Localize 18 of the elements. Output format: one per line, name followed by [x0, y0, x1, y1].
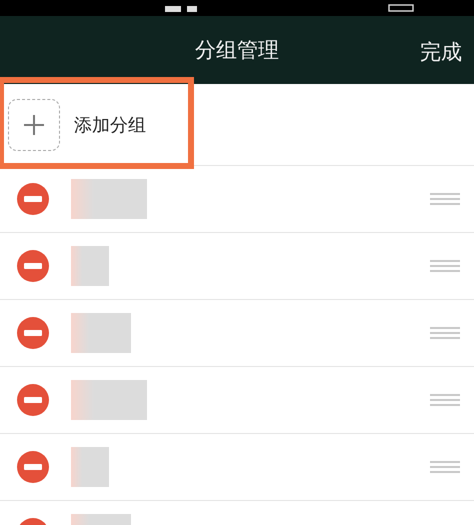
- page-title: 分组管理: [195, 37, 279, 64]
- redacted-block: [71, 313, 131, 353]
- remove-icon[interactable]: [17, 317, 49, 349]
- remove-icon[interactable]: [17, 250, 49, 282]
- drag-handle-icon[interactable]: [430, 193, 460, 205]
- done-button[interactable]: 完成: [420, 38, 462, 66]
- add-group-button[interactable]: 添加分组: [8, 98, 146, 150]
- redacted-block: [71, 447, 109, 487]
- remove-icon[interactable]: [17, 451, 49, 483]
- remove-icon[interactable]: [17, 183, 49, 215]
- remove-icon[interactable]: [17, 384, 49, 416]
- drag-handle-icon[interactable]: [430, 260, 460, 272]
- drag-handle-icon[interactable]: [430, 394, 460, 406]
- battery-icon: [388, 4, 414, 12]
- redacted-block: [71, 246, 109, 286]
- drag-handle-icon[interactable]: [430, 327, 460, 339]
- drag-handle-icon[interactable]: [430, 461, 460, 473]
- plus-icon: [24, 114, 44, 134]
